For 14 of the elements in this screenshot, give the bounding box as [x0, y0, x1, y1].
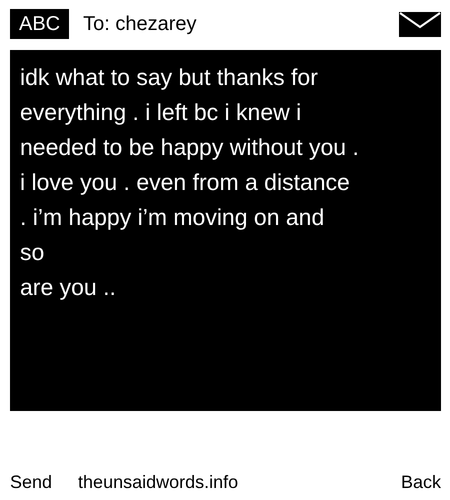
website-label: theunsaidwords.info	[78, 472, 240, 492]
message-text: i love you . even from a distance	[20, 168, 350, 197]
message-text: needed to be happy without you .	[20, 133, 359, 162]
message-text: . i’m happy i’m moving on and	[20, 203, 324, 232]
envelope-icon	[399, 12, 441, 36]
message-text: are you ..	[20, 273, 116, 302]
recipient-label: To: chezarey	[83, 12, 198, 36]
send-softkey[interactable]: Send	[10, 472, 52, 492]
message-text: so	[20, 238, 44, 267]
message-text: idk what to say but thanks for	[20, 63, 318, 92]
message-text: everything . i left bc i knew i	[20, 98, 302, 127]
message-area[interactable]: idk what to say but thanks for everything . i left bc i knew i needed to be happy without you . i love you . even from a distance . i’m happy i’m moving on and so are you ..	[10, 50, 441, 411]
back-softkey[interactable]: Back	[400, 472, 441, 492]
input-mode-indicator: ABC	[10, 9, 70, 39]
